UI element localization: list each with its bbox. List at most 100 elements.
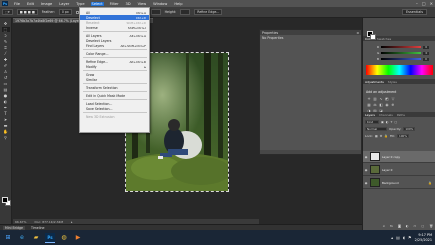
new-selection-icon[interactable]: ■ ■ ■ ■	[16, 9, 38, 15]
color-spectrum-ramp[interactable]	[366, 65, 433, 75]
filter-type-icon[interactable]: T	[390, 120, 392, 124]
filter-pixel-icon[interactable]: ▣	[381, 120, 384, 124]
visibility-eye-icon[interactable]: ◉	[364, 155, 368, 159]
menu-type[interactable]: Type	[75, 2, 85, 6]
blue-slider-track[interactable]	[381, 58, 422, 60]
new-adjustment-icon[interactable]: ◐	[406, 224, 409, 228]
panel-menu-icon[interactable]: ≡	[356, 31, 359, 35]
layer-name[interactable]: Layer 0 copy	[382, 155, 426, 159]
channel-mixer-icon[interactable]: ⊕	[391, 103, 395, 107]
vibrance-icon[interactable]: ▽	[391, 97, 395, 101]
tab-layers[interactable]: Layers	[365, 113, 375, 117]
menu-help[interactable]: Help	[173, 2, 183, 6]
menu-view[interactable]: View	[137, 2, 148, 6]
new-group-icon[interactable]: ▭	[414, 224, 417, 228]
layer-row[interactable]: ◉ Layer 0	[363, 164, 435, 176]
shape-tool-icon[interactable]: ▬	[2, 123, 10, 128]
menu-select[interactable]: Select	[90, 1, 104, 6]
crop-tool-icon[interactable]: ⌗	[2, 45, 10, 50]
pen-tool-icon[interactable]: ✒	[2, 105, 10, 110]
internet-explorer-icon[interactable]: e	[17, 233, 27, 243]
foreground-background-swatch[interactable]	[2, 197, 12, 209]
move-tool-icon[interactable]: ✥	[2, 21, 10, 26]
menu-item-color-range[interactable]: Color Range...	[80, 51, 149, 56]
photo-filter-icon[interactable]: ◉	[385, 103, 389, 107]
media-player-icon[interactable]: ▶	[73, 233, 83, 243]
blue-slider[interactable]: B 0	[377, 57, 433, 61]
eyedropper-tool-icon[interactable]: ⁄	[2, 51, 10, 56]
foreground-color-swatch[interactable]	[2, 197, 8, 203]
menu-item-new-3d-extrusion[interactable]: New 3D Extrusion	[80, 114, 149, 119]
healing-brush-tool-icon[interactable]: ✚	[2, 57, 10, 62]
gradient-tool-icon[interactable]: ▤	[2, 87, 10, 92]
menu-item-save-selection[interactable]: Save Selection...	[80, 106, 149, 111]
red-slider-track[interactable]	[381, 46, 422, 48]
maximize-icon[interactable]: □	[422, 1, 426, 6]
lock-all-icon[interactable]: 🔒	[384, 134, 388, 138]
menu-image[interactable]: Image	[40, 2, 53, 6]
fill-input[interactable]: 100%	[397, 133, 409, 138]
tab-mini-bridge[interactable]: Mini Bridge	[3, 225, 25, 230]
visibility-eye-icon[interactable]: ◉	[364, 181, 368, 185]
blur-tool-icon[interactable]: ●	[2, 93, 10, 98]
eraser-tool-icon[interactable]: ▭	[2, 81, 10, 86]
menu-item-transform-selection[interactable]: Transform Selection	[80, 85, 149, 90]
menu-edit[interactable]: Edit	[26, 2, 35, 6]
filter-adjustment-icon[interactable]: ◐	[386, 120, 389, 124]
color-balance-icon[interactable]: ⚖	[373, 103, 377, 107]
exposure-icon[interactable]: ◩	[385, 97, 389, 101]
tab-paths[interactable]: Paths	[397, 113, 405, 117]
menu-3d[interactable]: 3D	[125, 2, 132, 6]
zoom-tool-icon[interactable]: ⚲	[2, 135, 10, 140]
delete-layer-icon[interactable]: 🗑	[429, 224, 433, 228]
blend-mode-select[interactable]: Normal	[365, 126, 387, 131]
menu-file[interactable]: File	[13, 2, 21, 6]
tab-timeline[interactable]: Timeline	[29, 226, 47, 230]
green-slider[interactable]: G 0	[377, 51, 433, 55]
new-layer-icon[interactable]: ▢	[421, 224, 424, 228]
tray-up-arrow-icon[interactable]: ▴	[391, 235, 393, 240]
refine-edge-button[interactable]: Refine Edge...	[194, 9, 223, 15]
red-slider[interactable]: R 0	[377, 45, 433, 49]
tab-channels[interactable]: Channels	[379, 113, 393, 117]
lock-pixels-icon[interactable]: ▦	[375, 134, 378, 138]
workspace-switcher[interactable]: Essentials	[402, 9, 427, 15]
path-select-tool-icon[interactable]: ➤	[2, 117, 10, 122]
lasso-tool-icon[interactable]: ↄ	[2, 33, 10, 38]
hand-tool-icon[interactable]: ✋	[2, 129, 10, 134]
green-slider-track[interactable]	[381, 52, 422, 54]
status-arrow-icon[interactable]: ▸	[71, 220, 73, 224]
menu-item-similar[interactable]: Similar	[80, 77, 149, 82]
visibility-eye-icon[interactable]: ◉	[364, 168, 368, 172]
add-mask-icon[interactable]: ◙	[398, 224, 401, 228]
menu-item-quick-mask[interactable]: Edit in Quick Mask Mode	[80, 93, 149, 98]
file-explorer-icon[interactable]: ▰	[31, 233, 41, 243]
chrome-icon[interactable]: ◍	[59, 233, 69, 243]
minimize-icon[interactable]: –	[416, 1, 418, 6]
curves-icon[interactable]: ∿	[379, 97, 383, 101]
dodge-tool-icon[interactable]: ◐	[2, 99, 10, 104]
photoshop-taskbar-icon[interactable]: Ps	[45, 232, 55, 243]
brightness-icon[interactable]: ☀	[367, 97, 371, 101]
zoom-level[interactable]: 66.67%	[15, 220, 26, 224]
opacity-input[interactable]: 100%	[403, 126, 416, 131]
menu-item-find-layers[interactable]: Find Layers Alt+Shift+Ctrl+F	[80, 43, 149, 48]
taskbar-clock[interactable]: 9:17 PM 2/25/2021	[415, 233, 432, 241]
marquee-tool-icon[interactable]: ⬚	[1, 27, 10, 32]
menu-item-inverse[interactable]: Inverse Shift+Ctrl+I	[80, 25, 149, 30]
color-panel-background-swatch[interactable]	[370, 34, 376, 40]
menu-window[interactable]: Window	[152, 2, 168, 6]
layer-name[interactable]: Background	[382, 181, 426, 185]
network-icon[interactable]: ▤	[396, 235, 400, 240]
width-input[interactable]	[150, 9, 161, 15]
layer-style-icon[interactable]: fx	[390, 224, 393, 228]
close-icon[interactable]: ✕	[430, 1, 433, 6]
type-tool-icon[interactable]: T	[2, 111, 10, 116]
windows-start-icon[interactable]: ⊞	[3, 233, 13, 243]
lock-position-icon[interactable]: ✥	[380, 134, 383, 138]
hue-saturation-icon[interactable]: ▦	[367, 103, 371, 107]
layer-row[interactable]: ◉ Background 🔒	[363, 177, 435, 189]
height-input[interactable]	[180, 9, 191, 15]
flag-icon[interactable]: ⚑	[408, 235, 412, 240]
brush-tool-icon[interactable]: ✐	[2, 63, 10, 68]
